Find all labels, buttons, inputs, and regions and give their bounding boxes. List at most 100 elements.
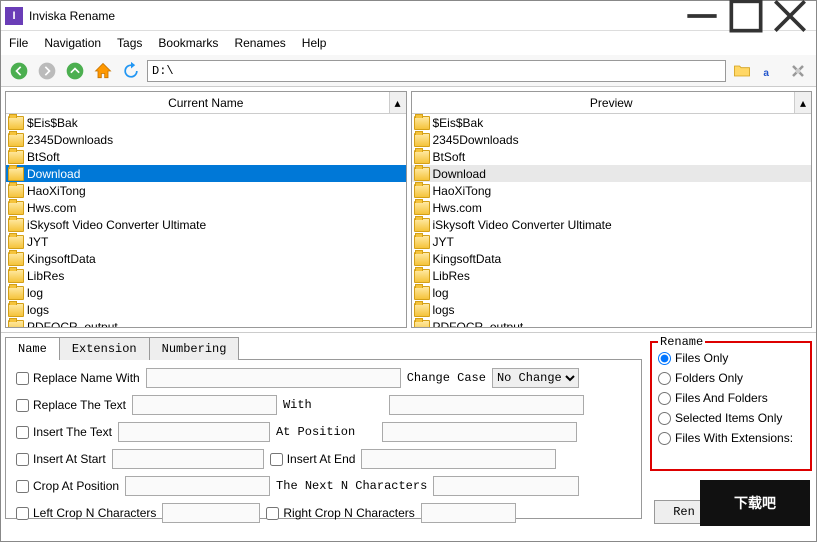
menu-help[interactable]: Help	[302, 36, 327, 50]
file-row[interactable]: JYT	[6, 233, 406, 250]
menu-file[interactable]: File	[9, 36, 28, 50]
insert-end-check[interactable]	[270, 453, 283, 466]
folder-icon	[414, 320, 430, 328]
font-button[interactable]: a	[758, 59, 782, 83]
tab-name[interactable]: Name	[5, 337, 60, 360]
replace-name-label[interactable]: Replace Name With	[16, 371, 140, 385]
insert-start-label[interactable]: Insert At Start	[16, 452, 106, 466]
address-input[interactable]	[147, 60, 726, 82]
left-crop-input[interactable]	[162, 503, 260, 523]
insert-end-input[interactable]	[361, 449, 556, 469]
right-crop-check[interactable]	[266, 507, 279, 520]
file-row[interactable]: BtSoft	[412, 148, 812, 165]
file-row[interactable]: BtSoft	[6, 148, 406, 165]
file-row[interactable]: logs	[412, 301, 812, 318]
radio-selected-only[interactable]: Selected Items Only	[658, 411, 806, 425]
current-file-list[interactable]: $Eis$Bak 2345DownloadsBtSoftDownloadHaoXi…	[6, 114, 406, 327]
file-row[interactable]: KingsoftData	[6, 250, 406, 267]
crop-position-label[interactable]: Crop At Position	[16, 479, 119, 493]
insert-start-input[interactable]	[112, 449, 264, 469]
with-input[interactable]	[389, 395, 584, 415]
file-row[interactable]: log	[412, 284, 812, 301]
file-row[interactable]: Hws.com	[412, 199, 812, 216]
at-position-input[interactable]	[382, 422, 577, 442]
file-row[interactable]: iSkysoft Video Converter Ultimate	[6, 216, 406, 233]
forward-button[interactable]	[35, 59, 59, 83]
menu-renames[interactable]: Renames	[234, 36, 285, 50]
file-row[interactable]: JYT	[412, 233, 812, 250]
file-name: KingsoftData	[27, 252, 96, 266]
maximize-button[interactable]	[724, 1, 768, 31]
refresh-button[interactable]	[119, 59, 143, 83]
file-row[interactable]: PDFOCR_output	[6, 318, 406, 327]
file-row[interactable]: KingsoftData	[412, 250, 812, 267]
file-row[interactable]: iSkysoft Video Converter Ultimate	[412, 216, 812, 233]
tab-extension[interactable]: Extension	[59, 337, 150, 360]
crop-position-check[interactable]	[16, 480, 29, 493]
file-row[interactable]: LibRes	[6, 267, 406, 284]
replace-text-input[interactable]	[132, 395, 277, 415]
up-button[interactable]	[63, 59, 87, 83]
right-crop-label[interactable]: Right Crop N Characters	[266, 506, 414, 520]
folder-icon	[8, 184, 24, 198]
file-name: Hws.com	[433, 201, 482, 215]
preview-header-label: Preview	[590, 96, 633, 110]
insert-start-check[interactable]	[16, 453, 29, 466]
file-row[interactable]: Download	[6, 165, 406, 182]
current-pane-header: Current Name ▴	[6, 92, 406, 114]
change-case-label: Change Case	[407, 371, 486, 385]
file-row[interactable]: Download	[412, 165, 812, 182]
settings-button[interactable]	[786, 59, 810, 83]
left-crop-label[interactable]: Left Crop N Characters	[16, 506, 156, 520]
file-row[interactable]: PDFOCR_output	[412, 318, 812, 327]
replace-text-check[interactable]	[16, 399, 29, 412]
minimize-button[interactable]	[680, 1, 724, 31]
file-row[interactable]: $Eis$Bak	[412, 114, 812, 131]
replace-name-check[interactable]	[16, 372, 29, 385]
file-row[interactable]: log	[6, 284, 406, 301]
menu-bookmarks[interactable]: Bookmarks	[158, 36, 218, 50]
next-n-input[interactable]	[433, 476, 579, 496]
insert-end-label[interactable]: Insert At End	[270, 452, 356, 466]
file-row[interactable]: LibRes	[412, 267, 812, 284]
file-row[interactable]: logs	[6, 301, 406, 318]
tab-numbering[interactable]: Numbering	[149, 337, 240, 360]
folder-icon	[8, 150, 24, 164]
folder-icon	[414, 303, 430, 317]
right-crop-input[interactable]	[421, 503, 516, 523]
back-button[interactable]	[7, 59, 31, 83]
change-case-select[interactable]: No Change	[492, 368, 579, 388]
file-name: 2345Downloads	[433, 133, 519, 147]
file-row[interactable]: Hws.com	[6, 199, 406, 216]
file-row[interactable]: HaoXiTong	[6, 182, 406, 199]
option-tabs: Name Extension Numbering	[5, 337, 642, 360]
file-row[interactable]: 2345Downloads	[6, 131, 406, 148]
file-name: 2345Downloads	[27, 133, 113, 147]
file-row[interactable]: HaoXiTong	[412, 182, 812, 199]
file-name: PDFOCR_output	[433, 320, 524, 328]
folder-icon	[414, 167, 430, 181]
titlebar: I Inviska Rename	[1, 1, 816, 31]
insert-text-label[interactable]: Insert The Text	[16, 425, 112, 439]
left-crop-check[interactable]	[16, 507, 29, 520]
replace-text-label[interactable]: Replace The Text	[16, 398, 126, 412]
file-row[interactable]: 2345Downloads	[412, 131, 812, 148]
menu-navigation[interactable]: Navigation	[44, 36, 101, 50]
scroll-up-icon[interactable]: ▴	[389, 92, 406, 113]
preview-file-list[interactable]: $Eis$Bak 2345DownloadsBtSoftDownloadHaoXi…	[412, 114, 812, 327]
home-button[interactable]	[91, 59, 115, 83]
scroll-up-icon[interactable]: ▴	[794, 92, 811, 113]
radio-files-with-ext[interactable]: Files With Extensions:	[658, 431, 806, 445]
radio-files-only[interactable]: Files Only	[658, 351, 806, 365]
file-row[interactable]: $Eis$Bak	[6, 114, 406, 131]
radio-files-and-folders[interactable]: Files And Folders	[658, 391, 806, 405]
open-folder-button[interactable]	[730, 59, 754, 83]
radio-folders-only[interactable]: Folders Only	[658, 371, 806, 385]
menu-tags[interactable]: Tags	[117, 36, 142, 50]
insert-text-input[interactable]	[118, 422, 270, 442]
insert-text-check[interactable]	[16, 426, 29, 439]
replace-name-input[interactable]	[146, 368, 401, 388]
close-button[interactable]	[768, 1, 812, 31]
with-label: With	[283, 398, 383, 412]
crop-position-input[interactable]	[125, 476, 270, 496]
